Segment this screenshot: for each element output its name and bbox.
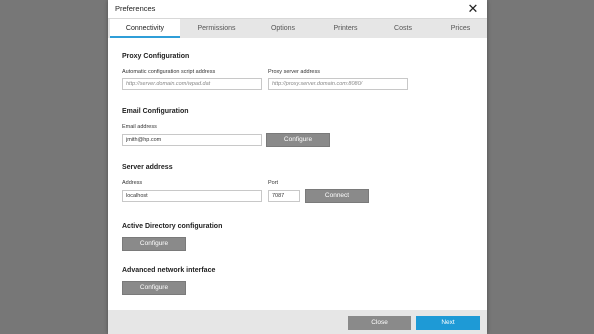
port-input[interactable] bbox=[268, 190, 300, 202]
email-configure-button[interactable]: Configure bbox=[266, 133, 330, 147]
preferences-dialog: Preferences ✕ Connectivity Permissions O… bbox=[108, 0, 487, 334]
dialog-title: Preferences bbox=[115, 4, 156, 13]
proxy-server-label: Proxy server address bbox=[268, 69, 320, 75]
tab-prices[interactable]: Prices bbox=[428, 19, 493, 38]
close-icon[interactable]: ✕ bbox=[465, 0, 481, 18]
auto-config-label: Automatic configuration script address bbox=[122, 69, 216, 75]
active-directory-configure-button[interactable]: Configure bbox=[122, 237, 186, 251]
email-section-title: Email Configuration bbox=[122, 108, 189, 115]
proxy-server-input[interactable] bbox=[268, 78, 408, 90]
connectivity-panel: Proxy Configuration Automatic configurat… bbox=[108, 38, 487, 310]
connect-button[interactable]: Connect bbox=[305, 189, 369, 203]
advanced-network-section-title: Advanced network interface bbox=[122, 267, 216, 274]
active-directory-section-title: Active Directory configuration bbox=[122, 223, 223, 230]
server-address-label: Address bbox=[122, 180, 143, 186]
dialog-footer: Close Next bbox=[108, 310, 487, 334]
advanced-network-configure-button[interactable]: Configure bbox=[122, 281, 186, 295]
tab-bar: Connectivity Permissions Options Printer… bbox=[108, 19, 487, 38]
tab-options[interactable]: Options bbox=[253, 19, 313, 38]
next-button[interactable]: Next bbox=[416, 316, 480, 330]
tab-permissions[interactable]: Permissions bbox=[180, 19, 253, 38]
tab-printers[interactable]: Printers bbox=[313, 19, 378, 38]
proxy-section-title: Proxy Configuration bbox=[122, 53, 190, 60]
email-address-label: Email address bbox=[122, 124, 157, 130]
auto-config-input[interactable] bbox=[122, 78, 262, 90]
close-button[interactable]: Close bbox=[348, 316, 411, 330]
tab-costs[interactable]: Costs bbox=[378, 19, 428, 38]
email-field[interactable] bbox=[122, 134, 262, 146]
server-address-input[interactable] bbox=[122, 190, 262, 202]
server-section-title: Server address bbox=[122, 164, 173, 171]
port-label: Port bbox=[268, 180, 279, 186]
tab-connectivity[interactable]: Connectivity bbox=[110, 19, 180, 38]
dialog-titlebar: Preferences ✕ bbox=[108, 0, 487, 19]
